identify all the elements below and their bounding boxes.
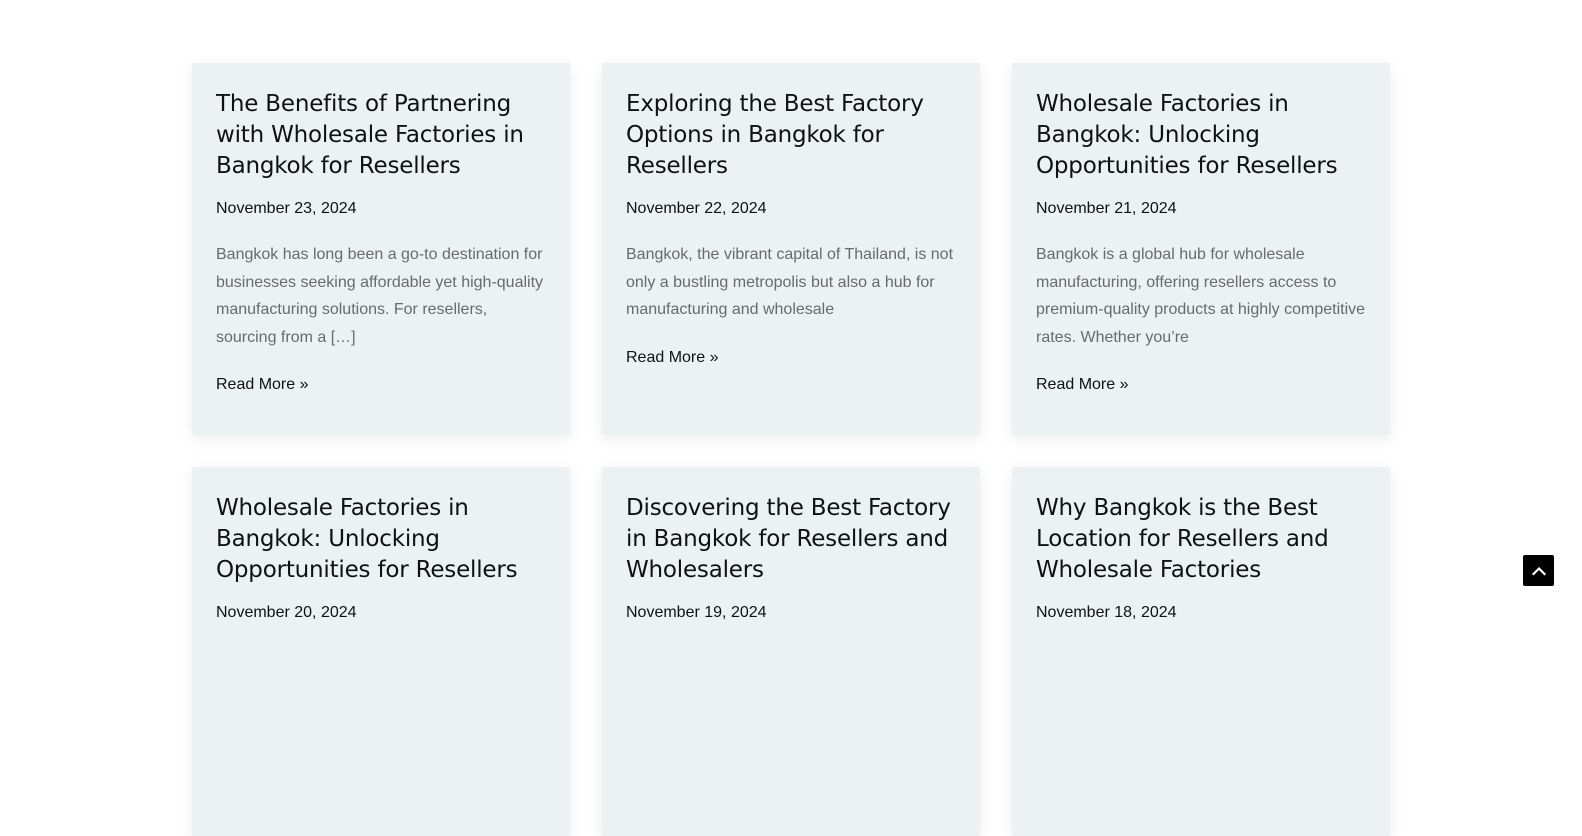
- chevron-up-icon: [1531, 566, 1546, 576]
- post-card: Why Bangkok is the Best Location for Res…: [1012, 467, 1390, 836]
- read-more-link[interactable]: Read More »: [216, 375, 309, 395]
- posts-grid: The Benefits of Partnering with Wholesal…: [192, 63, 1392, 836]
- post-card: Discovering the Best Factory in Bangkok …: [602, 467, 980, 836]
- post-card: Wholesale Factories in Bangkok: Unlockin…: [192, 467, 570, 836]
- post-excerpt: Bangkok has long been a go-to destinatio…: [216, 246, 544, 346]
- post-card: Exploring the Best Factory Options in Ba…: [602, 63, 980, 435]
- post-date: November 19, 2024: [626, 604, 767, 621]
- back-to-top-button[interactable]: [1523, 555, 1554, 586]
- post-title[interactable]: Exploring the Best Factory Options in Ba…: [626, 89, 956, 182]
- post-date: November 23, 2024: [216, 200, 357, 217]
- post-excerpt: Bangkok is a global hub for wholesale ma…: [1036, 246, 1366, 346]
- post-title[interactable]: Wholesale Factories in Bangkok: Unlockin…: [216, 493, 546, 586]
- read-more-link[interactable]: Read More »: [626, 348, 719, 368]
- post-date: November 22, 2024: [626, 200, 767, 217]
- post-date: November 18, 2024: [1036, 604, 1177, 621]
- read-more-link[interactable]: Read More »: [1036, 375, 1129, 395]
- post-date: November 21, 2024: [1036, 200, 1177, 217]
- post-title[interactable]: The Benefits of Partnering with Wholesal…: [216, 89, 546, 182]
- post-card: Wholesale Factories in Bangkok: Unlockin…: [1012, 63, 1390, 435]
- post-title[interactable]: Wholesale Factories in Bangkok: Unlockin…: [1036, 89, 1366, 182]
- post-date: November 20, 2024: [216, 604, 357, 621]
- post-title[interactable]: Discovering the Best Factory in Bangkok …: [626, 493, 956, 586]
- post-excerpt: Bangkok, the vibrant capital of Thailand…: [626, 246, 954, 318]
- post-card: The Benefits of Partnering with Wholesal…: [192, 63, 570, 435]
- post-title[interactable]: Why Bangkok is the Best Location for Res…: [1036, 493, 1366, 586]
